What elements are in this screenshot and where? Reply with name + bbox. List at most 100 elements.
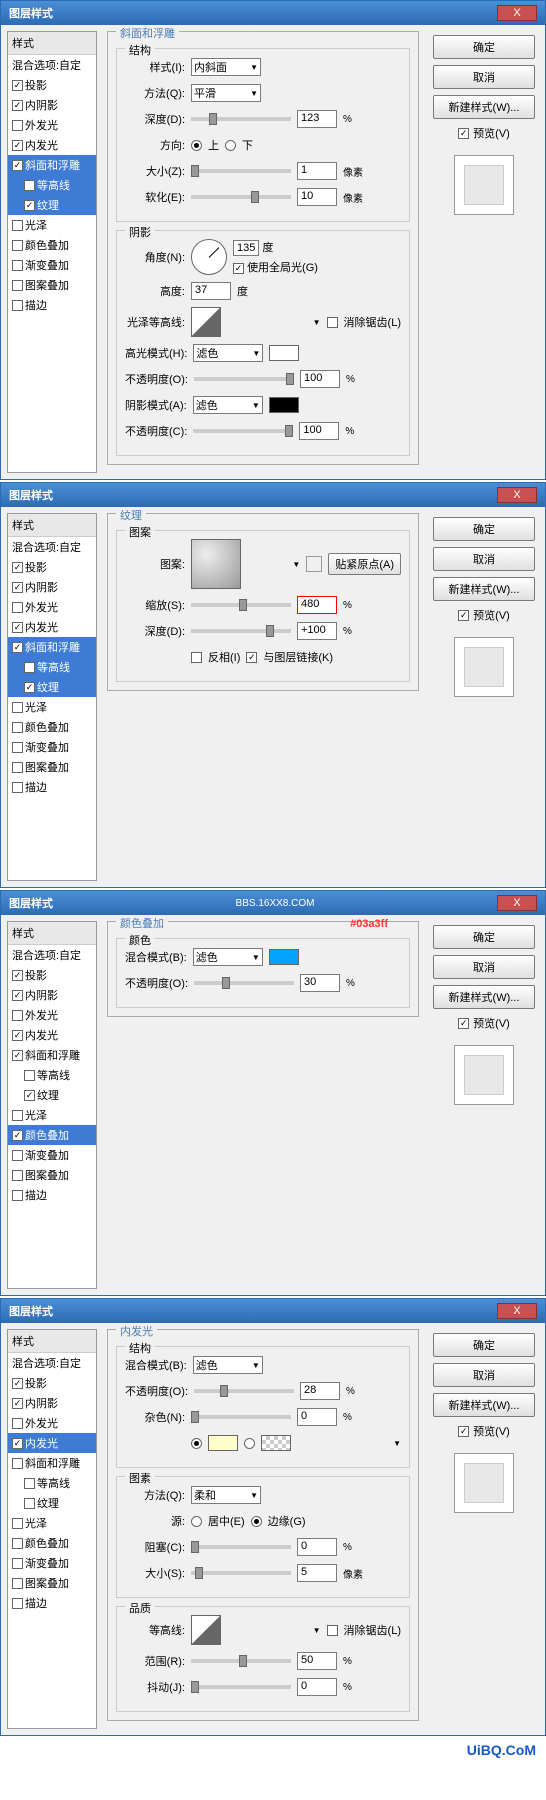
color-radio[interactable]: [191, 1438, 202, 1449]
style-texture[interactable]: 纹理: [8, 1493, 96, 1513]
style-bevel-emboss[interactable]: 斜面和浮雕: [8, 1045, 96, 1065]
size-input[interactable]: 5: [297, 1564, 337, 1582]
range-input[interactable]: 50: [297, 1652, 337, 1670]
chevron-down-icon[interactable]: ▼: [292, 560, 300, 569]
shadow-select[interactable]: 滤色▼: [193, 396, 263, 414]
sh-opacity-slider[interactable]: [193, 429, 293, 433]
cancel-button[interactable]: 取消: [433, 547, 535, 571]
choke-input[interactable]: 0: [297, 1538, 337, 1556]
noise-input[interactable]: 0: [297, 1408, 337, 1426]
checkbox[interactable]: [12, 280, 23, 291]
style-stroke[interactable]: 描边: [8, 1593, 96, 1613]
chevron-down-icon[interactable]: ▼: [313, 1626, 321, 1635]
slider-thumb[interactable]: [209, 113, 217, 125]
style-select[interactable]: 内斜面▼: [191, 58, 261, 76]
close-icon[interactable]: X: [497, 487, 537, 503]
depth-input[interactable]: +100: [297, 622, 337, 640]
style-color-overlay[interactable]: 颜色叠加: [8, 235, 96, 255]
checkbox[interactable]: [12, 622, 23, 633]
gradient-picker[interactable]: [261, 1435, 291, 1451]
hl-opacity-slider[interactable]: [194, 377, 294, 381]
style-bevel-emboss[interactable]: 斜面和浮雕: [8, 637, 96, 657]
preview-check[interactable]: [458, 610, 469, 621]
close-icon[interactable]: X: [497, 1303, 537, 1319]
style-bevel-emboss[interactable]: 斜面和浮雕: [8, 155, 96, 175]
checkbox[interactable]: [12, 742, 23, 753]
style-inner-glow[interactable]: 内发光: [8, 1025, 96, 1045]
style-gradient-overlay[interactable]: 渐变叠加: [8, 255, 96, 275]
styles-header[interactable]: 样式: [8, 32, 96, 55]
style-texture[interactable]: 纹理: [8, 677, 96, 697]
hl-opacity-input[interactable]: 100: [300, 370, 340, 388]
style-satin[interactable]: 光泽: [8, 1513, 96, 1533]
method-select[interactable]: 柔和▼: [191, 1486, 261, 1504]
choke-slider[interactable]: [191, 1545, 291, 1549]
method-select[interactable]: 平滑▼: [191, 84, 261, 102]
dir-down-radio[interactable]: [225, 140, 236, 151]
shadow-color[interactable]: [269, 397, 299, 413]
style-contour[interactable]: 等高线: [8, 1065, 96, 1085]
sh-opacity-input[interactable]: 100: [299, 422, 339, 440]
slider-thumb[interactable]: [266, 625, 274, 637]
slider-thumb[interactable]: [195, 1567, 203, 1579]
styles-header[interactable]: 样式: [8, 514, 96, 537]
cancel-button[interactable]: 取消: [433, 955, 535, 979]
slider-thumb[interactable]: [251, 191, 259, 203]
checkbox[interactable]: [12, 1110, 23, 1121]
checkbox[interactable]: [12, 1598, 23, 1609]
slider-thumb[interactable]: [191, 1541, 199, 1553]
style-outer-glow[interactable]: 外发光: [8, 597, 96, 617]
cancel-button[interactable]: 取消: [433, 65, 535, 89]
ok-button[interactable]: 确定: [433, 925, 535, 949]
slider-thumb[interactable]: [239, 599, 247, 611]
checkbox[interactable]: [12, 1578, 23, 1589]
titlebar[interactable]: 图层样式 BBS.16XX8.COM X: [1, 891, 545, 915]
checkbox[interactable]: [12, 762, 23, 773]
overlay-color[interactable]: [269, 949, 299, 965]
style-inner-shadow[interactable]: 内阴影: [8, 985, 96, 1005]
slider-thumb[interactable]: [239, 1655, 247, 1667]
checkbox[interactable]: [12, 1010, 23, 1021]
style-drop-shadow[interactable]: 投影: [8, 1373, 96, 1393]
slider-thumb[interactable]: [286, 373, 294, 385]
style-satin[interactable]: 光泽: [8, 215, 96, 235]
checkbox[interactable]: [12, 1418, 23, 1429]
style-gradient-overlay[interactable]: 渐变叠加: [8, 1145, 96, 1165]
checkbox[interactable]: [12, 1050, 23, 1061]
checkbox[interactable]: [12, 1518, 23, 1529]
style-inner-shadow[interactable]: 内阴影: [8, 1393, 96, 1413]
style-stroke[interactable]: 描边: [8, 777, 96, 797]
style-pattern-overlay[interactable]: 图案叠加: [8, 1165, 96, 1185]
checkbox[interactable]: [12, 722, 23, 733]
style-texture[interactable]: 纹理: [8, 195, 96, 215]
depth-input[interactable]: 123: [297, 110, 337, 128]
style-drop-shadow[interactable]: 投影: [8, 557, 96, 577]
checkbox[interactable]: [12, 140, 23, 151]
checkbox[interactable]: [24, 180, 35, 191]
titlebar[interactable]: 图层样式 X: [1, 1, 545, 25]
noise-slider[interactable]: [191, 1415, 291, 1419]
blend-select[interactable]: 滤色▼: [193, 1356, 263, 1374]
close-icon[interactable]: X: [497, 5, 537, 21]
checkbox[interactable]: [12, 702, 23, 713]
scale-input[interactable]: 480: [297, 596, 337, 614]
checkbox[interactable]: [24, 1090, 35, 1101]
size-slider[interactable]: [191, 1571, 291, 1575]
preview-check[interactable]: [458, 1018, 469, 1029]
style-contour[interactable]: 等高线: [8, 657, 96, 677]
checkbox[interactable]: [12, 220, 23, 231]
antialias-check[interactable]: [327, 1625, 338, 1636]
preview-check[interactable]: [458, 1426, 469, 1437]
style-pattern-overlay[interactable]: 图案叠加: [8, 275, 96, 295]
checkbox[interactable]: [12, 100, 23, 111]
opacity-input[interactable]: 30: [300, 974, 340, 992]
style-drop-shadow[interactable]: 投影: [8, 75, 96, 95]
ok-button[interactable]: 确定: [433, 35, 535, 59]
checkbox[interactable]: [12, 300, 23, 311]
checkbox[interactable]: [12, 642, 23, 653]
style-color-overlay[interactable]: 颜色叠加: [8, 717, 96, 737]
titlebar[interactable]: 图层样式 X: [1, 1299, 545, 1323]
cancel-button[interactable]: 取消: [433, 1363, 535, 1387]
contour-picker[interactable]: [191, 1615, 221, 1645]
depth-slider[interactable]: [191, 629, 291, 633]
